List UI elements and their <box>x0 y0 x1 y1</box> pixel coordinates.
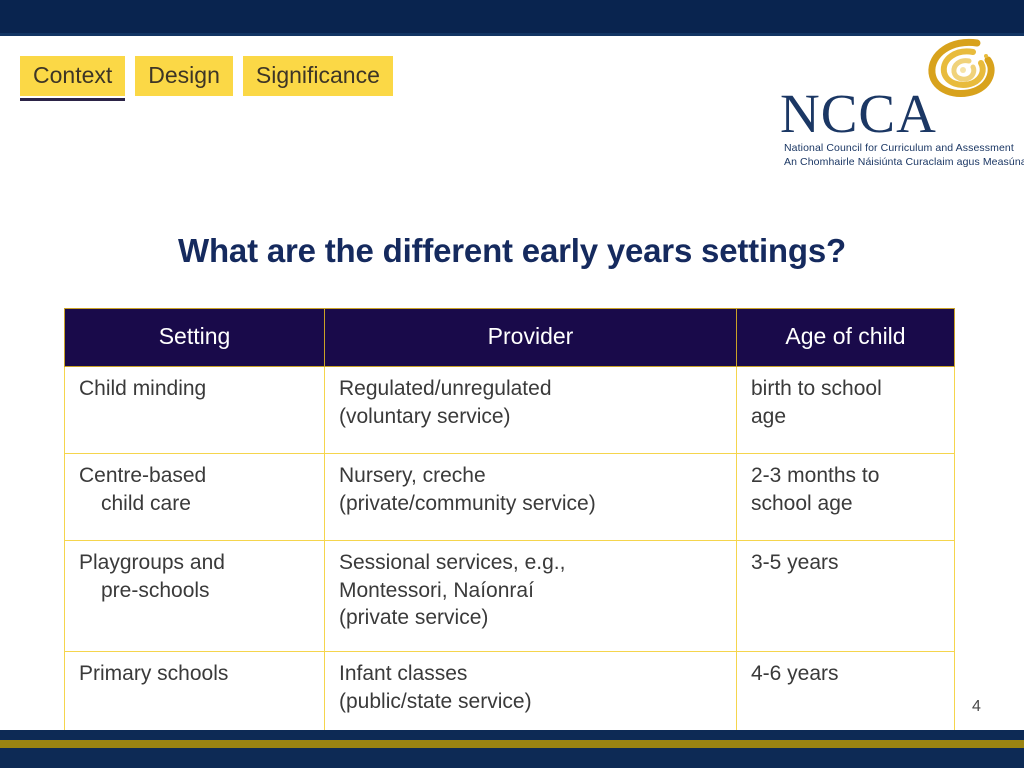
cell-provider-line3: (private service) <box>339 606 489 630</box>
cell-provider-line2: (private/community service) <box>339 491 596 515</box>
tab-context[interactable]: Context <box>20 56 126 101</box>
tab-significance-label: Significance <box>255 62 380 88</box>
ncca-subtitle-ga: An Chomhairle Náisiúnta Curaclaim agus M… <box>784 156 1024 168</box>
ncca-wordmark: NCCA <box>780 83 937 144</box>
cell-age-line1: 2-3 months to <box>751 464 880 487</box>
cell-age: 3-5 years <box>736 540 955 652</box>
cell-setting-line2: child care <box>101 491 191 515</box>
table-row: Centre-based child care Nursery, creche … <box>64 453 955 541</box>
bottom-bar-upper <box>0 730 1024 740</box>
ncca-logo: NCCA National Council for Curriculum and… <box>740 36 1024 168</box>
cell-provider: Infant classes (public/state service) <box>324 651 737 739</box>
table-row: Child minding Regulated/unregulated (vol… <box>64 366 955 454</box>
bottom-bar-gold-stripe <box>0 740 1024 748</box>
page-title: What are the different early years setti… <box>178 232 846 269</box>
cell-provider-line2: (voluntary service) <box>339 404 511 428</box>
early-years-settings-table: Setting Provider Age of child Child mind… <box>64 308 955 739</box>
bottom-bar-lower <box>0 748 1024 768</box>
cell-setting-line1: Playgroups and <box>79 551 225 574</box>
column-header-provider: Provider <box>324 308 737 367</box>
page-number: 4 <box>972 698 981 715</box>
cell-age-line2: school age <box>751 491 853 515</box>
tab-significance[interactable]: Significance <box>242 56 393 96</box>
cell-setting: Child minding <box>64 366 325 454</box>
cell-age-line1: 4-6 years <box>751 662 839 685</box>
top-banner-bar <box>0 0 1024 33</box>
cell-age-line1: birth to school <box>751 377 882 400</box>
cell-age-line2: age <box>751 404 787 428</box>
cell-provider: Regulated/unregulated (voluntary service… <box>324 366 737 454</box>
cell-provider: Sessional services, e.g., Montessori, Na… <box>324 540 737 652</box>
cell-age: birth to school age <box>736 366 955 454</box>
cell-provider-line1: Sessional services, e.g., <box>339 551 566 574</box>
cell-provider-line1: Infant classes <box>339 662 468 685</box>
cell-setting: Centre-based child care <box>64 453 325 541</box>
cell-age: 2-3 months to school age <box>736 453 955 541</box>
tab-design-label: Design <box>148 62 220 88</box>
table-row: Primary schools Infant classes (public/s… <box>64 651 955 739</box>
column-header-setting: Setting <box>64 308 325 367</box>
column-header-age: Age of child <box>736 308 955 367</box>
cell-provider-line1: Nursery, creche <box>339 464 486 487</box>
tab-design[interactable]: Design <box>135 56 233 96</box>
cell-setting-line2: pre-schools <box>101 578 210 602</box>
cell-setting: Playgroups and pre-schools <box>64 540 325 652</box>
cell-age-line1: 3-5 years <box>751 551 839 574</box>
early-years-settings-table-wrapper: Setting Provider Age of child Child mind… <box>64 308 955 739</box>
cell-setting-line1: Child minding <box>79 377 207 400</box>
tab-context-label: Context <box>33 62 113 88</box>
cell-provider-line2: (public/state service) <box>339 689 532 713</box>
cell-setting-line1: Centre-based <box>79 464 207 487</box>
ncca-subtitle-en: National Council for Curriculum and Asse… <box>784 142 1014 154</box>
cell-setting-line1: Primary schools <box>79 662 229 685</box>
cell-setting: Primary schools <box>64 651 325 739</box>
cell-age: 4-6 years <box>736 651 955 739</box>
cell-provider: Nursery, creche (private/community servi… <box>324 453 737 541</box>
table-header-row: Setting Provider Age of child <box>64 308 955 367</box>
table-row: Playgroups and pre-schools Sessional ser… <box>64 540 955 652</box>
cell-provider-line1: Regulated/unregulated <box>339 377 552 400</box>
cell-provider-line2: Montessori, Naíonraí <box>339 578 534 602</box>
nav-tabs: Context Design Significance <box>20 56 403 101</box>
